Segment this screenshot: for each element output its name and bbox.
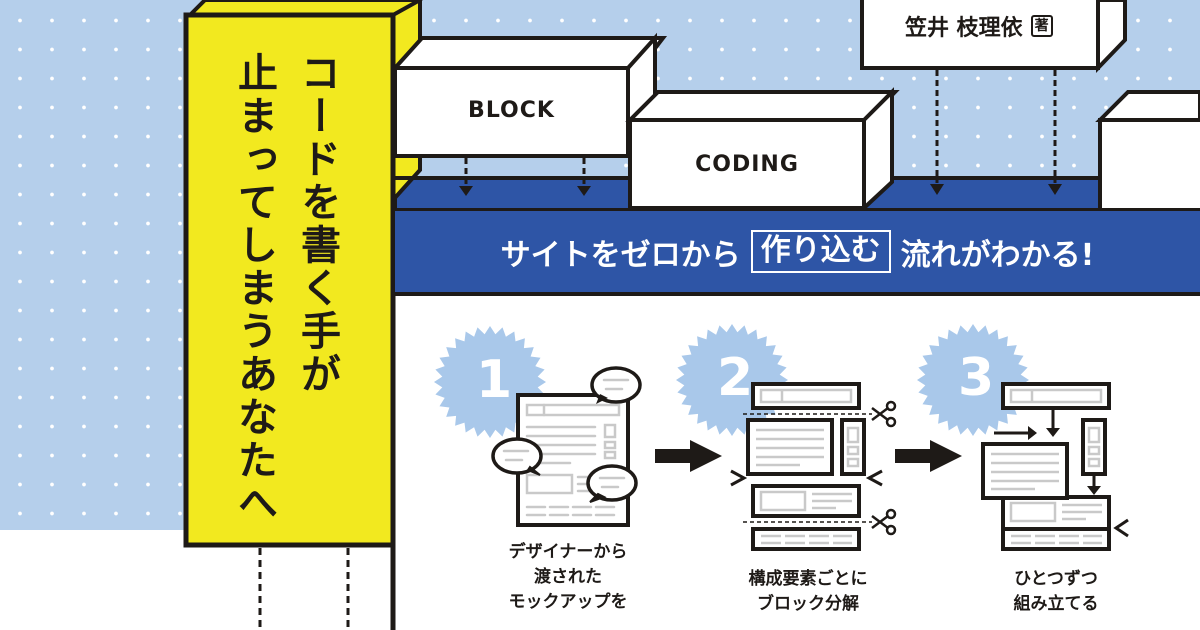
coding-box-label: CODING <box>695 152 799 177</box>
block-box-top <box>390 36 668 70</box>
step-3-number: 3 <box>958 348 995 408</box>
step-3-caption: ひとつずつ 組み立てる <box>1013 569 1099 614</box>
right-box-top <box>1095 90 1200 122</box>
right-arrow-icon <box>655 440 722 472</box>
step-2-caption: 構成要素ごとに ブロック分解 <box>748 569 868 614</box>
tagline-highlight: 作り込む <box>750 230 891 273</box>
step-1-number: 1 <box>476 350 513 410</box>
step-1-caption: デザイナーから 渡された モックアップを <box>508 542 628 612</box>
right-arrow-icon <box>895 440 962 472</box>
right-box-front <box>1098 118 1200 212</box>
tagline-before: サイトをゼロから <box>500 237 741 273</box>
vertical-title-line1: コードを書く手が <box>294 52 340 396</box>
speech-bubble-icon <box>590 366 642 404</box>
tagline-after: 流れがわかる! <box>900 237 1095 273</box>
speech-bubble-icon <box>491 437 543 476</box>
yellow-column-front <box>183 12 396 548</box>
author-box-side <box>1096 0 1127 73</box>
author-role-tag: 著 <box>1030 15 1053 37</box>
scissors-icon <box>871 508 897 536</box>
structure-illustration <box>183 0 1200 630</box>
book-cover: コードを書く手が 止まってしまうあなたへ 笠井 枝理依 著 BLOCK CODI… <box>0 0 1200 630</box>
author-credit: 笠井 枝理依 著 <box>905 10 1053 42</box>
blocks-assembled-illustration <box>981 382 1129 551</box>
tagline-banner: サイトをゼロから 作り込む 流れがわかる! <box>395 208 1200 296</box>
coding-box-top <box>625 90 900 122</box>
scissors-icon <box>871 400 897 428</box>
block-box-label: BLOCK <box>468 98 555 123</box>
blocks-cut-illustration <box>730 382 897 551</box>
author-name: 笠井 枝理依 <box>905 16 1023 41</box>
speech-bubble-icon <box>586 464 638 503</box>
step-2-number: 2 <box>717 348 754 408</box>
vertical-title-line2: 止まってしまうあなたへ <box>231 52 277 525</box>
